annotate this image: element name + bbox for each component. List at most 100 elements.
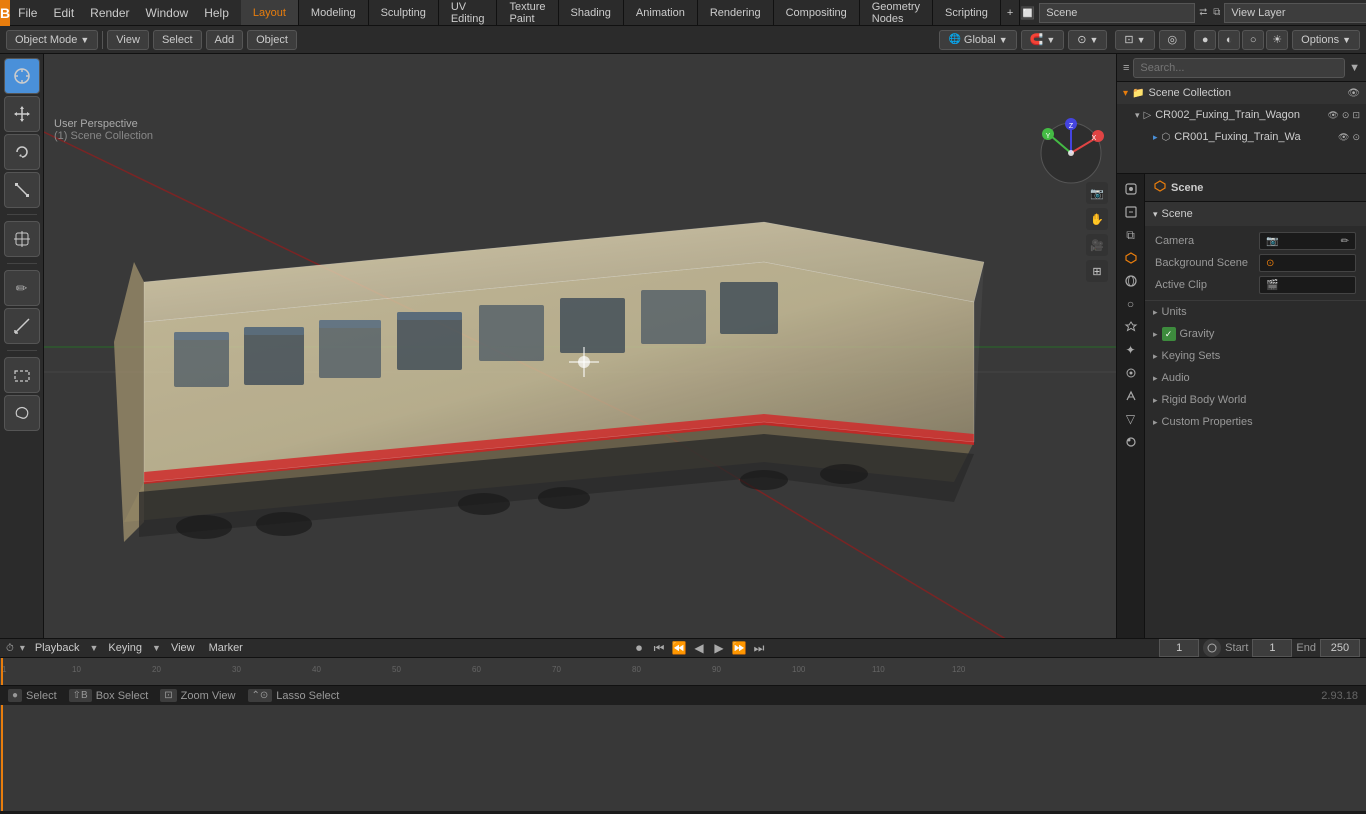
tab-shading[interactable]: Shading — [559, 0, 624, 25]
menu-window[interactable]: Window — [138, 0, 197, 25]
gravity-checkbox[interactable]: ✓ — [1162, 327, 1176, 341]
step-back-btn[interactable]: ⏪ — [670, 639, 688, 657]
tab-add[interactable]: + — [1001, 0, 1020, 25]
transform-tool[interactable] — [4, 221, 40, 257]
select-menu[interactable]: Select — [153, 30, 202, 50]
rendered-shading[interactable]: ○ — [1242, 30, 1264, 50]
view-layer-props-btn[interactable]: ⧉ — [1120, 224, 1142, 246]
scene-collection-item[interactable]: ▾ 📁 Scene Collection 👁 — [1117, 82, 1366, 104]
world-props-btn[interactable] — [1120, 270, 1142, 292]
camera-edit-icon[interactable]: ✏ — [1341, 236, 1349, 247]
menu-edit[interactable]: Edit — [45, 0, 82, 25]
fps-btn[interactable] — [1203, 639, 1221, 657]
camera-icon-btn[interactable]: 📷 — [1086, 182, 1108, 204]
item2-eye-icon[interactable]: 👁 — [1338, 132, 1349, 143]
material-props-btn[interactable] — [1120, 431, 1142, 453]
view-menu-tl[interactable]: View — [167, 640, 199, 656]
object-props-btn[interactable]: ○ — [1120, 293, 1142, 315]
item-render-icon[interactable]: ⊡ — [1352, 110, 1360, 121]
navigation-gizmo[interactable]: X Y Z — [1036, 118, 1106, 188]
timeline-collapse[interactable]: ▾ — [20, 643, 25, 654]
annotate-tool[interactable]: ✏ — [4, 270, 40, 306]
active-clip-value[interactable]: 🎬 — [1259, 276, 1356, 294]
view-menu[interactable]: View — [107, 30, 149, 50]
camera2-icon-btn[interactable]: 🎥 — [1086, 234, 1108, 256]
step-fwd-btn[interactable]: ⏩ — [730, 639, 748, 657]
hand-icon-btn[interactable]: ✋ — [1086, 208, 1108, 230]
constraints-props-btn[interactable] — [1120, 385, 1142, 407]
solid-shading[interactable]: ● — [1194, 30, 1216, 50]
box-select-tool[interactable] — [4, 357, 40, 393]
layers-icon-btn[interactable]: ⊞ — [1086, 260, 1108, 282]
timeline-track[interactable]: 1 10 20 30 40 50 60 70 80 90 100 110 120 — [0, 658, 1366, 811]
tab-compositing[interactable]: Compositing — [774, 0, 860, 25]
outliner-item-cr001[interactable]: ▸ ⬡ CR001_Fuxing_Train_Wa 👁 ⊙ — [1117, 126, 1366, 148]
proportional-btn[interactable]: ⊙ ▼ — [1068, 30, 1107, 50]
tab-geometry-nodes[interactable]: Geometry Nodes — [860, 0, 933, 25]
outliner-filter[interactable]: ▼ — [1349, 62, 1360, 74]
item-eye-icon[interactable]: 👁 — [1327, 110, 1338, 121]
lasso-select-tool[interactable] — [4, 395, 40, 431]
3d-viewport[interactable]: User Perspective (1) Scene Collection X … — [44, 54, 1116, 638]
measure-tool[interactable] — [4, 308, 40, 344]
data-props-btn[interactable]: ▽ — [1120, 408, 1142, 430]
outliner-search[interactable] — [1133, 58, 1345, 78]
gravity-section[interactable]: ▸ ✓ Gravity — [1145, 323, 1366, 345]
keying-sets-section[interactable]: ▸ Keying Sets — [1145, 345, 1366, 367]
tab-texture-paint[interactable]: Texture Paint — [497, 0, 558, 25]
add-menu[interactable]: Add — [206, 30, 244, 50]
tab-modeling[interactable]: Modeling — [299, 0, 369, 25]
end-frame-input[interactable] — [1320, 639, 1360, 657]
units-section[interactable]: ▸ Units — [1145, 301, 1366, 323]
keying-chevron[interactable]: ▼ — [152, 643, 161, 653]
view-layer-input[interactable] — [1224, 3, 1366, 23]
overlay-btn[interactable]: ⊡ ▼ — [1115, 30, 1154, 50]
tab-animation[interactable]: Animation — [624, 0, 698, 25]
eevee-shading[interactable]: ☀ — [1266, 30, 1288, 50]
camera-prop-value[interactable]: 📷 ✏ — [1259, 232, 1356, 250]
playback-menu[interactable]: Playback — [31, 640, 84, 656]
object-menu[interactable]: Object — [247, 30, 297, 50]
play-btn[interactable]: ▶ — [710, 639, 728, 657]
material-shading[interactable]: ◐ — [1218, 30, 1240, 50]
marker-menu[interactable]: Marker — [205, 640, 247, 656]
item2-cam-icon[interactable]: ⊙ — [1352, 132, 1360, 143]
cursor-tool[interactable] — [4, 58, 40, 94]
tab-uv-editing[interactable]: UV Editing — [439, 0, 498, 25]
outliner-item-cr002[interactable]: ▾ ▷ CR002_Fuxing_Train_Wagon 👁 ⊙ ⊡ — [1117, 104, 1366, 126]
item-cam-icon[interactable]: ⊙ — [1342, 110, 1350, 121]
scene-input[interactable] — [1039, 3, 1195, 23]
tab-sculpting[interactable]: Sculpting — [369, 0, 439, 25]
modifier-props-btn[interactable] — [1120, 316, 1142, 338]
record-btn[interactable]: ⏺ — [630, 639, 648, 657]
play-back-btn[interactable]: ◀ — [690, 639, 708, 657]
xray-btn[interactable]: ◎ — [1159, 30, 1187, 50]
current-frame-input[interactable] — [1159, 639, 1199, 657]
particles-props-btn[interactable]: ✦ — [1120, 339, 1142, 361]
rotate-tool[interactable] — [4, 134, 40, 170]
audio-section[interactable]: ▸ Audio — [1145, 367, 1366, 389]
move-tool[interactable] — [4, 96, 40, 132]
scene-props-btn[interactable] — [1120, 247, 1142, 269]
output-props-btn[interactable] — [1120, 201, 1142, 223]
render-props-btn[interactable] — [1120, 178, 1142, 200]
menu-file[interactable]: File — [10, 0, 45, 25]
tab-layout[interactable]: Layout — [241, 0, 299, 25]
scene-section-header[interactable]: ▾ Scene — [1145, 202, 1366, 226]
tab-rendering[interactable]: Rendering — [698, 0, 774, 25]
scale-tool[interactable] — [4, 172, 40, 208]
menu-render[interactable]: Render — [82, 0, 137, 25]
tab-scripting[interactable]: Scripting — [933, 0, 1001, 25]
viewport-canvas[interactable]: User Perspective (1) Scene Collection X … — [44, 82, 1116, 638]
jump-start-btn[interactable]: ⏮ — [650, 639, 668, 657]
physics-props-btn[interactable] — [1120, 362, 1142, 384]
custom-props-section[interactable]: ▸ Custom Properties — [1145, 411, 1366, 433]
orientation-gizmo[interactable]: X Y Z — [1036, 118, 1106, 188]
playback-chevron[interactable]: ▼ — [89, 643, 98, 653]
bg-scene-value[interactable]: ⊙ — [1259, 254, 1356, 272]
keying-menu[interactable]: Keying — [104, 640, 146, 656]
rigid-body-section[interactable]: ▸ Rigid Body World — [1145, 389, 1366, 411]
eye-vis-icon[interactable]: 👁 — [1347, 88, 1360, 99]
snap-btn[interactable]: 🧲 ▼ — [1021, 30, 1065, 50]
object-mode-dropdown[interactable]: Object Mode ▼ — [6, 30, 98, 50]
